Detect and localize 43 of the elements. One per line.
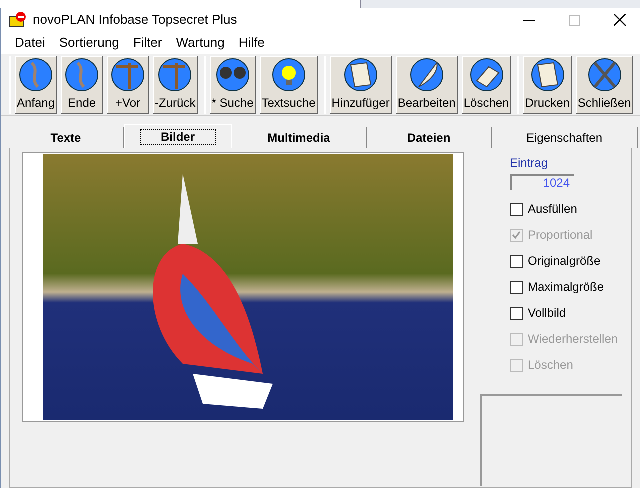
paper-icon	[530, 56, 566, 92]
rope-icon	[64, 56, 100, 92]
checkbox-label: Ausfüllen	[528, 201, 578, 218]
binoculars-icon	[214, 56, 251, 92]
entry-value: 1024	[543, 175, 570, 192]
paper-icon	[342, 56, 379, 92]
rope-icon	[18, 56, 54, 92]
checkbox-label: Originalgröße	[528, 253, 601, 270]
toolbar-button[interactable]: Bearbeiten	[396, 56, 458, 114]
eraser-icon	[468, 56, 505, 92]
sign-icon	[157, 56, 194, 92]
checkbox-label: Wiederherstellen	[528, 331, 618, 348]
toolbar-button[interactable]: Anfang	[15, 56, 58, 114]
entry-label: Eintrag	[510, 155, 550, 172]
toolbar-button[interactable]: Löschen	[462, 56, 512, 114]
toolbar-button[interactable]: Schließen	[576, 56, 634, 114]
toolbar-button[interactable]: +Vor	[107, 56, 150, 114]
checkbox-label: Vollbild	[528, 305, 566, 322]
window-title: novoPLAN Infobase Topsecret Plus	[33, 11, 238, 30]
toolbar-button[interactable]: Drucken	[523, 56, 572, 114]
toolbar-button[interactable]: Hinzufüger	[330, 56, 392, 114]
checkbox-label: Löschen	[528, 357, 574, 374]
toolbar-button[interactable]: * Suche	[210, 56, 256, 114]
toolbar-button[interactable]: Ende	[61, 56, 104, 114]
quill-icon	[408, 56, 445, 92]
checkbox[interactable]	[510, 306, 523, 320]
app-icon	[9, 12, 27, 28]
menu-item[interactable]: Sortierung	[59, 33, 120, 53]
checkbox[interactable]	[510, 280, 523, 294]
checkbox[interactable]	[510, 202, 523, 216]
toolbar-button[interactable]: -Zurück	[153, 56, 198, 114]
toolbar-button[interactable]: Textsuche	[260, 56, 318, 114]
close-icon[interactable]	[614, 14, 626, 26]
sign-icon	[110, 56, 146, 92]
checkbox[interactable]	[510, 254, 523, 268]
checkbox-label: Maximalgröße	[528, 279, 604, 296]
menu-item[interactable]: Wartung	[176, 33, 225, 53]
bulb-icon	[270, 56, 307, 92]
menu-item[interactable]: Datei	[15, 33, 46, 53]
menu-item[interactable]: Filter	[133, 33, 162, 53]
menu-item[interactable]: Hilfe	[238, 33, 265, 53]
checkbox-label: Proportional	[528, 227, 593, 244]
tab[interactable]: Bilder	[124, 124, 232, 148]
